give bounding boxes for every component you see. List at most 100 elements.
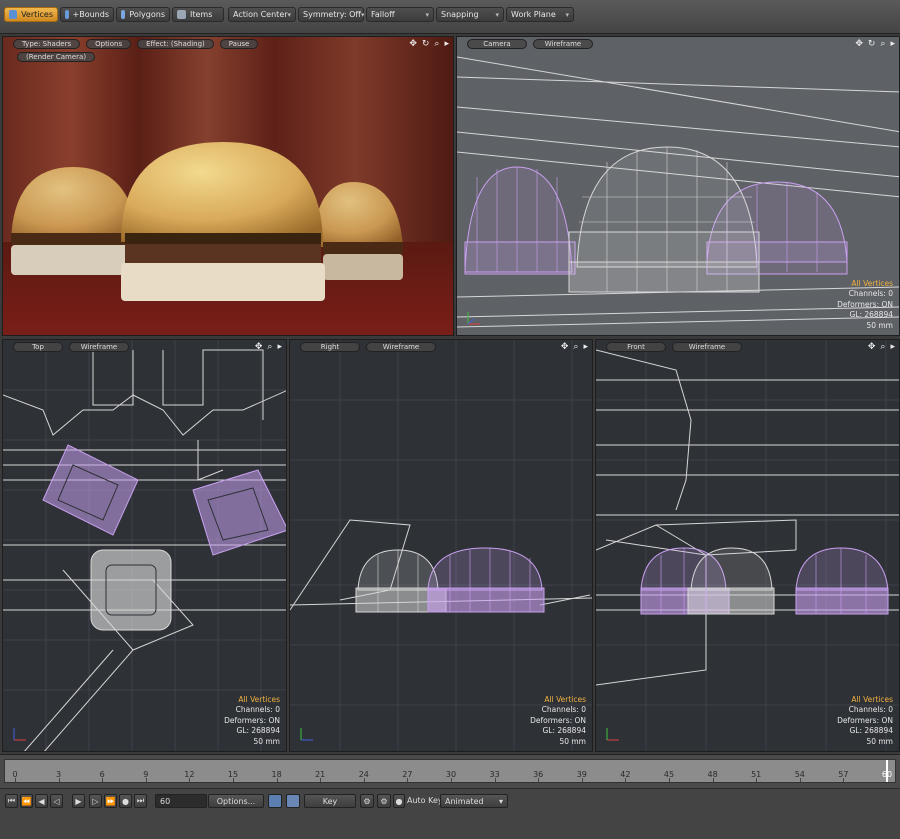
front-viewport[interactable]: Front Wireframe ✥ ⌕ ▸ All Vertices Chann… <box>595 339 900 752</box>
bounds-mode-button[interactable]: +Bounds <box>60 7 114 22</box>
viewport-menu-icon[interactable]: ▸ <box>277 342 282 352</box>
action-center-dropdown[interactable]: Action Center ▾ <box>228 7 296 22</box>
next-frame-icon[interactable]: ▷ <box>89 794 102 808</box>
vertices-mode-button[interactable]: Vertices <box>4 7 58 22</box>
timeline-tick-mark <box>538 778 540 782</box>
timeline-tick-mark <box>189 778 191 782</box>
viewport-menu-icon[interactable]: ▸ <box>890 39 895 49</box>
front-hud: All Vertices Channels: 0 Deformers: ON G… <box>837 694 893 746</box>
viewport-controls: ✥ ↻ ⌕ ▸ <box>855 39 895 49</box>
shading-mode-button[interactable]: Wireframe <box>533 39 593 49</box>
shading-mode-button[interactable]: Wireframe <box>366 342 436 352</box>
timeline-tick-mark <box>799 778 801 782</box>
top-viewport[interactable]: Top Wireframe ✥ ⌕ ▸ All Vertices Channel… <box>2 339 287 752</box>
go-to-end-icon[interactable]: ⏭ <box>134 794 147 808</box>
viewport-menu-icon[interactable]: ▸ <box>583 342 588 352</box>
auto-key-icon[interactable]: ● <box>393 794 405 808</box>
timeline-tick-mark <box>407 778 409 782</box>
current-frame-marker[interactable] <box>886 760 888 782</box>
pause-button[interactable]: Pause <box>219 39 259 49</box>
rotate-view-icon[interactable]: ↻ <box>868 39 876 49</box>
front-wireframe <box>596 340 899 751</box>
timeline-tick-mark <box>451 778 452 782</box>
shading-mode-button[interactable]: Wireframe <box>672 342 742 352</box>
timeline-tick-mark <box>320 778 322 782</box>
view-type-button[interactable]: Front <box>606 342 666 352</box>
key-mode-icon[interactable] <box>286 794 300 808</box>
render-options-button[interactable]: Options <box>86 39 132 49</box>
timeline-tick-mark <box>494 778 496 782</box>
timeline-tick-mark <box>756 778 758 782</box>
zoom-view-icon[interactable]: ⌕ <box>267 342 272 352</box>
timeline-tick-mark <box>712 778 714 782</box>
rotate-view-icon[interactable]: ↻ <box>422 39 430 49</box>
right-viewport[interactable]: Right Wireframe ✥ ⌕ ▸ All Vertices Chann… <box>289 339 593 752</box>
falloff-dropdown[interactable]: Falloff ▾ <box>366 7 434 22</box>
record-icon[interactable]: ● <box>119 794 132 808</box>
axis-gizmo-icon <box>606 728 619 741</box>
key-selected-icon[interactable]: ⚙ <box>377 794 391 808</box>
shader-type-button[interactable]: Type: Shaders <box>13 39 81 49</box>
view-type-button[interactable]: Camera <box>467 39 527 49</box>
chevron-down-icon: ▾ <box>360 10 365 19</box>
items-icon <box>177 10 186 19</box>
timeline-tick-mark <box>276 778 278 782</box>
camera-hud: All Vertices Channels: 0 Deformers: ON G… <box>837 278 893 330</box>
chevron-down-icon: ▾ <box>287 10 292 19</box>
viewport-menu-icon[interactable]: ▸ <box>444 39 449 49</box>
work-plane-dropdown[interactable]: Work Plane ▾ <box>506 7 574 22</box>
timeline-scrubber[interactable]: 03691215182124273033363942454851545760 <box>4 759 896 783</box>
key-all-icon[interactable]: ⚙ <box>360 794 374 808</box>
items-mode-button[interactable]: Items <box>172 7 224 22</box>
move-view-icon[interactable]: ✥ <box>409 39 417 49</box>
chevron-down-icon: ▾ <box>498 796 503 806</box>
right-view-header: Right Wireframe <box>290 340 592 354</box>
play-icon[interactable]: ▶ <box>72 794 85 808</box>
prev-frame-icon[interactable]: ◀ <box>35 794 48 808</box>
shading-mode-button[interactable]: Wireframe <box>69 342 129 352</box>
viewport-controls: ✥ ⌕ ▸ <box>868 342 895 352</box>
symmetry-dropdown[interactable]: Symmetry: Off ▾ <box>298 7 364 22</box>
move-view-icon[interactable]: ✥ <box>868 342 876 352</box>
view-type-button[interactable]: Right <box>300 342 360 352</box>
play-reverse-icon[interactable]: ◁ <box>50 794 63 808</box>
front-view-header: Front Wireframe <box>596 340 899 354</box>
move-view-icon[interactable]: ✥ <box>561 342 569 352</box>
playback-bar: ⏮ ⏪ ◀ ◁ ▶ ▷ ⏩ ● ⏭ 60 Options... Key ⚙ ⚙ … <box>0 788 900 839</box>
next-key-icon[interactable]: ⏩ <box>104 794 117 808</box>
top-view-header: Top Wireframe <box>3 340 286 354</box>
main-toolbar: Vertices +Bounds Polygons Items Action C… <box>0 0 900 34</box>
animated-dropdown[interactable]: Animated ▾ <box>440 794 508 808</box>
camera-viewport[interactable]: Camera Wireframe ✥ ↻ ⌕ ▸ All Vertices Ch… <box>456 36 900 336</box>
effect-button[interactable]: Effect: (Shading) <box>137 39 214 49</box>
zoom-view-icon[interactable]: ⌕ <box>434 39 439 49</box>
key-button[interactable]: Key <box>304 794 356 808</box>
timeline: 03691215182124273033363942454851545760 <box>0 754 900 788</box>
timeline-tick-mark <box>233 778 234 782</box>
render-camera-button[interactable]: (Render Camera) <box>17 52 96 62</box>
view-type-button[interactable]: Top <box>13 342 63 352</box>
current-frame-input[interactable]: 60 <box>155 794 207 808</box>
chevron-down-icon: ▾ <box>495 10 499 19</box>
move-view-icon[interactable]: ✥ <box>855 39 863 49</box>
options-button[interactable]: Options... <box>208 794 264 808</box>
bounds-icon <box>65 10 69 19</box>
axis-gizmo-icon <box>467 312 480 325</box>
render-viewport[interactable]: Type: Shaders Options Effect: (Shading) … <box>2 36 454 336</box>
zoom-view-icon[interactable]: ⌕ <box>880 342 885 352</box>
zoom-view-icon[interactable]: ⌕ <box>880 39 885 49</box>
polygons-mode-button[interactable]: Polygons <box>116 7 170 22</box>
move-view-icon[interactable]: ✥ <box>255 342 263 352</box>
key-filter-icon[interactable] <box>268 794 282 808</box>
timeline-tick-mark <box>843 778 845 782</box>
go-to-start-icon[interactable]: ⏮ <box>5 794 18 808</box>
snapping-dropdown[interactable]: Snapping ▾ <box>436 7 504 22</box>
prev-key-icon[interactable]: ⏪ <box>20 794 33 808</box>
axis-gizmo-icon <box>300 728 313 741</box>
camera-wireframe <box>457 56 899 328</box>
render-view-header: Type: Shaders Options Effect: (Shading) … <box>3 37 453 51</box>
zoom-view-icon[interactable]: ⌕ <box>573 342 578 352</box>
viewport-menu-icon[interactable]: ▸ <box>890 342 895 352</box>
render-preview <box>3 37 453 335</box>
auto-key-label: Auto Key <box>407 796 443 805</box>
